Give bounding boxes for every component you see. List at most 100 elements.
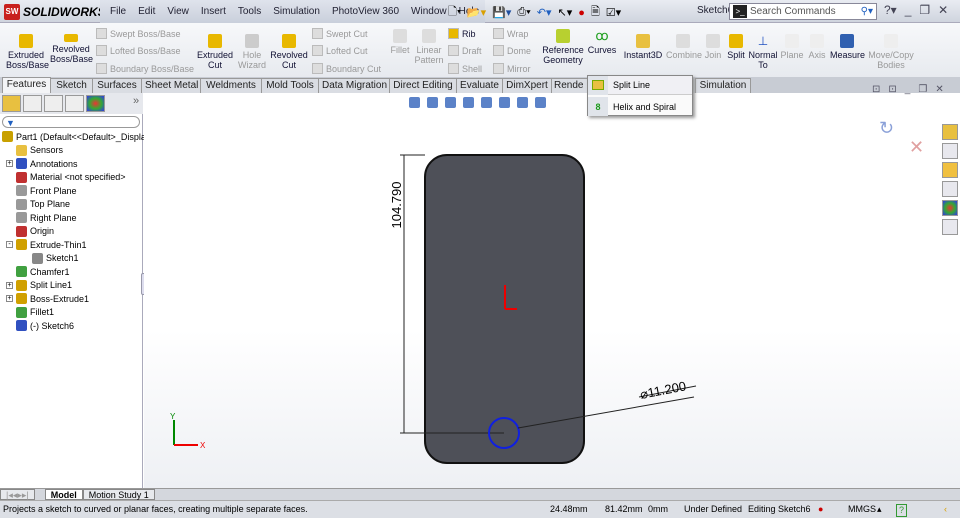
lofted-boss-button[interactable]: Lofted Boss/Base: [96, 45, 181, 56]
minimize-button[interactable]: _: [905, 3, 912, 17]
plane-button[interactable]: Plane: [780, 33, 804, 60]
wrap-button[interactable]: Wrap: [493, 28, 528, 39]
rebuild-status-icon[interactable]: ●: [818, 501, 823, 518]
tab-sheet-metal[interactable]: Sheet Metal: [141, 78, 201, 93]
open-icon[interactable]: 📂▾: [467, 6, 486, 19]
lofted-cut-button[interactable]: Lofted Cut: [312, 45, 368, 56]
swept-boss-button[interactable]: Swept Boss/Base: [96, 28, 181, 39]
tree-item[interactable]: + Annotations: [0, 158, 78, 169]
tab-sketch[interactable]: Sketch: [50, 78, 93, 93]
file-properties-icon[interactable]: 🗎: [591, 3, 600, 22]
menu-edit[interactable]: Edit: [132, 6, 161, 17]
expand-toggle-icon[interactable]: +: [6, 281, 13, 289]
tree-item[interactable]: Right Plane: [0, 212, 77, 223]
close-button[interactable]: ✕: [938, 3, 948, 17]
tree-item[interactable]: + Boss-Extrude1: [0, 293, 89, 304]
units-dropdown-icon[interactable]: ▴: [877, 501, 882, 518]
menu-item-helix-spiral[interactable]: 8 Helix and Spiral: [588, 97, 692, 116]
boundary-cut-button[interactable]: Boundary Cut: [312, 63, 381, 74]
rebuild-icon[interactable]: ●: [578, 7, 585, 19]
solidworks-resources-icon[interactable]: [942, 124, 958, 140]
options-icon[interactable]: ☑▾: [606, 6, 621, 19]
feature-manager-tab-icon[interactable]: [2, 95, 21, 112]
combine-button[interactable]: Combine: [666, 33, 702, 60]
dome-button[interactable]: Dome: [493, 45, 531, 56]
tab-features[interactable]: Features: [2, 77, 51, 93]
tab-surfaces[interactable]: Surfaces: [92, 78, 142, 93]
tree-item[interactable]: Material <not specified>: [0, 171, 126, 183]
tab-motion-study-1[interactable]: Motion Study 1: [82, 489, 155, 500]
display-manager-tab-icon[interactable]: [86, 95, 105, 112]
tab-weldments[interactable]: Weldments: [200, 78, 262, 93]
tab-simulation[interactable]: Simulation: [695, 78, 751, 93]
height-dimension-label[interactable]: 104.790: [389, 182, 404, 229]
print-icon[interactable]: ⎙▾: [517, 6, 530, 19]
view-palette-icon[interactable]: [942, 181, 958, 197]
tree-item[interactable]: Part1 (Default<<Default>_Displa: [0, 131, 146, 142]
menu-tools[interactable]: Tools: [232, 6, 267, 17]
hole-wizard-button[interactable]: Hole Wizard: [236, 33, 268, 70]
menu-file[interactable]: File: [104, 6, 132, 17]
tab-evaluate[interactable]: Evaluate: [456, 78, 503, 93]
revolved-boss-button[interactable]: Revolved Boss/Base: [50, 33, 93, 64]
tree-item[interactable]: Chamfer1: [0, 266, 70, 277]
fillet-button[interactable]: Fillet: [388, 28, 412, 55]
tree-item[interactable]: Sketch1: [0, 252, 79, 264]
new-document-icon[interactable]: 🗋▾: [448, 3, 461, 22]
search-icon[interactable]: ⚲▾: [861, 6, 873, 17]
expand-tabs-icon[interactable]: »: [133, 95, 139, 112]
menu-insert[interactable]: Insert: [195, 6, 232, 17]
measure-button[interactable]: Measure: [830, 33, 865, 60]
diameter-dimension-label[interactable]: ⌀11.200: [639, 378, 688, 402]
menu-item-split-line[interactable]: Split Line: [588, 75, 692, 95]
tree-item[interactable]: Origin: [0, 225, 54, 237]
tree-item[interactable]: Top Plane: [0, 198, 70, 210]
property-manager-tab-icon[interactable]: [23, 95, 42, 112]
tree-item[interactable]: Fillet1: [0, 306, 54, 318]
file-explorer-icon[interactable]: [942, 162, 958, 178]
dimxpert-manager-tab-icon[interactable]: [65, 95, 84, 112]
tree-item[interactable]: Front Plane: [0, 185, 77, 196]
draft-button[interactable]: Draft: [448, 45, 482, 56]
expand-toggle-icon[interactable]: -: [6, 241, 13, 248]
undo-icon[interactable]: ↶▾: [537, 6, 552, 19]
tree-item[interactable]: - Extrude-Thin1: [0, 239, 87, 250]
tree-item[interactable]: Sensors: [0, 144, 63, 156]
tab-direct-editing[interactable]: Direct Editing: [389, 78, 457, 93]
join-button[interactable]: Join: [703, 33, 723, 60]
appearances-icon[interactable]: [942, 200, 958, 216]
menu-window[interactable]: Window: [405, 6, 453, 17]
curves-button[interactable]: ꝏ Curves: [587, 28, 617, 56]
save-icon[interactable]: 💾▾: [492, 6, 511, 19]
menu-photoview[interactable]: PhotoView 360: [326, 6, 405, 17]
expand-toggle-icon[interactable]: +: [6, 160, 13, 167]
quick-tips-help[interactable]: ?: [896, 504, 907, 517]
menu-view[interactable]: View: [161, 6, 195, 17]
restore-button[interactable]: ❐: [919, 3, 930, 17]
configuration-manager-tab-icon[interactable]: [44, 95, 63, 112]
tab-scroll-buttons[interactable]: |◂◂▸▸|: [0, 489, 35, 500]
select-icon[interactable]: ↖▾: [558, 6, 573, 19]
linear-pattern-button[interactable]: Linear Pattern: [414, 28, 444, 65]
tab-dimxpert[interactable]: DimXpert: [502, 78, 552, 93]
custom-properties-icon[interactable]: [942, 219, 958, 235]
move-copy-bodies-button[interactable]: Move/Copy Bodies: [868, 33, 914, 70]
filter-input[interactable]: ▼: [2, 116, 140, 128]
solidworks-logo[interactable]: SW SOLIDWORKS: [4, 3, 106, 20]
extruded-boss-button[interactable]: Extruded Boss/Base: [6, 33, 49, 70]
reference-geometry-button[interactable]: Reference Geometry: [541, 28, 585, 65]
design-library-icon[interactable]: [942, 143, 958, 159]
swept-cut-button[interactable]: Swept Cut: [312, 28, 368, 39]
shell-button[interactable]: Shell: [448, 63, 482, 74]
tree-item[interactable]: + Split Line1: [0, 279, 72, 291]
expand-status-icon[interactable]: ‹: [944, 501, 947, 518]
tree-item[interactable]: (-) Sketch6: [0, 320, 74, 331]
split-button[interactable]: Split: [725, 33, 747, 60]
rib-button[interactable]: Rib: [448, 28, 476, 39]
revolved-cut-button[interactable]: Revolved Cut: [270, 33, 308, 70]
expand-toggle-icon[interactable]: +: [6, 295, 13, 302]
boundary-boss-button[interactable]: Boundary Boss/Base: [96, 63, 194, 74]
graphics-viewport[interactable]: ⊡ ⊡ _ ❐ ✕ ↻ ✕ 104.790 ⌀11.200 Y X: [144, 84, 960, 488]
extruded-cut-button[interactable]: Extruded Cut: [196, 33, 234, 70]
tab-data-migration[interactable]: Data Migration: [318, 78, 390, 93]
